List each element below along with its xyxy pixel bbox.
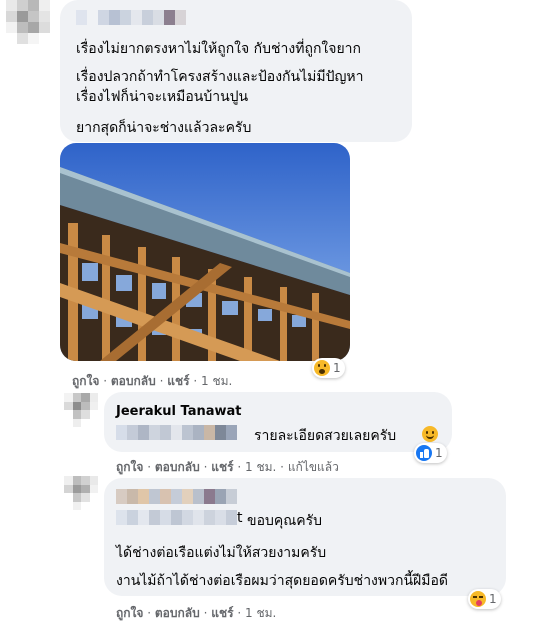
smile-emoji-icon	[422, 426, 438, 442]
comment-text-line: เรื่องปลวกถ้าทำโครงสร้างและป้องกันไม่มีป…	[76, 69, 364, 85]
like-link[interactable]: ถูกใจ	[116, 460, 143, 474]
avatar[interactable]	[64, 476, 98, 510]
reply-text-line: ได้ช่างต่อเรือแต่งไม่ให้สวยงามครับ	[116, 545, 327, 561]
reply-link[interactable]: ตอบกลับ	[111, 374, 156, 388]
like-link[interactable]: ถูกใจ	[116, 606, 143, 620]
author-name[interactable]: Jeerakul Tanawat	[116, 404, 242, 419]
reply-text-line: งานไม้ถ้าได้ช่างต่อเรือผมว่าสุดยอดครับช่…	[116, 573, 448, 589]
edited-label[interactable]: แก้ไขแล้ว	[288, 460, 339, 474]
share-link[interactable]: แชร์	[211, 460, 233, 474]
reaction-badge[interactable]: 1	[414, 443, 447, 463]
laugh-kiss-emoji-icon	[470, 591, 486, 607]
wow-emoji-icon	[314, 360, 330, 376]
reply-link[interactable]: ตอบกลับ	[155, 606, 200, 620]
blurred-mention[interactable]	[116, 510, 237, 525]
reply-link[interactable]: ตอบกลับ	[155, 460, 200, 474]
comment-text-line: เรื่องไฟก็น่าจะเหมือนบ้านปูน	[76, 89, 249, 105]
reaction-badge[interactable]: 1	[468, 589, 501, 609]
avatar[interactable]	[64, 393, 98, 427]
reaction-badge[interactable]: 1	[312, 358, 345, 378]
reaction-count: 1	[333, 361, 341, 375]
like-link[interactable]: ถูกใจ	[72, 374, 99, 388]
blurred-author-name[interactable]	[116, 489, 237, 504]
reply-actions: ถูกใจ · ตอบกลับ · แชร์ · 1 ชม.	[116, 606, 277, 620]
comment-text-line: ยากสุดก็น่าจะช่างแล้วละครับ	[76, 120, 252, 136]
share-link[interactable]: แชร์	[211, 606, 233, 620]
reaction-count: 1	[489, 592, 497, 606]
reply-text: รายละเอียดสวยเลยครับ	[254, 428, 397, 444]
blurred-author-name[interactable]	[76, 10, 186, 25]
reply-text-line: ขอบคุณครับ	[247, 513, 322, 529]
mention-suffix[interactable]: t	[237, 510, 243, 526]
avatar[interactable]	[6, 0, 50, 44]
comment-actions: ถูกใจ · ตอบกลับ · แชร์ · 1 ชม.	[72, 374, 233, 388]
like-reaction-icon	[416, 445, 432, 461]
reaction-count: 1	[435, 446, 443, 460]
comment-photo[interactable]	[60, 143, 350, 361]
comment-text-line: เรื่องไม่ยากตรงหาไม่ให้ถูกใจ กับช่างที่ถ…	[76, 41, 361, 57]
timestamp[interactable]: 1 ชม.	[201, 374, 232, 388]
timestamp[interactable]: 1 ชม.	[245, 460, 276, 474]
blurred-mention[interactable]	[116, 425, 237, 440]
timestamp[interactable]: 1 ชม.	[245, 606, 276, 620]
share-link[interactable]: แชร์	[167, 374, 189, 388]
reply-actions: ถูกใจ · ตอบกลับ · แชร์ · 1 ชม. · แก้ไขแล…	[116, 460, 339, 474]
